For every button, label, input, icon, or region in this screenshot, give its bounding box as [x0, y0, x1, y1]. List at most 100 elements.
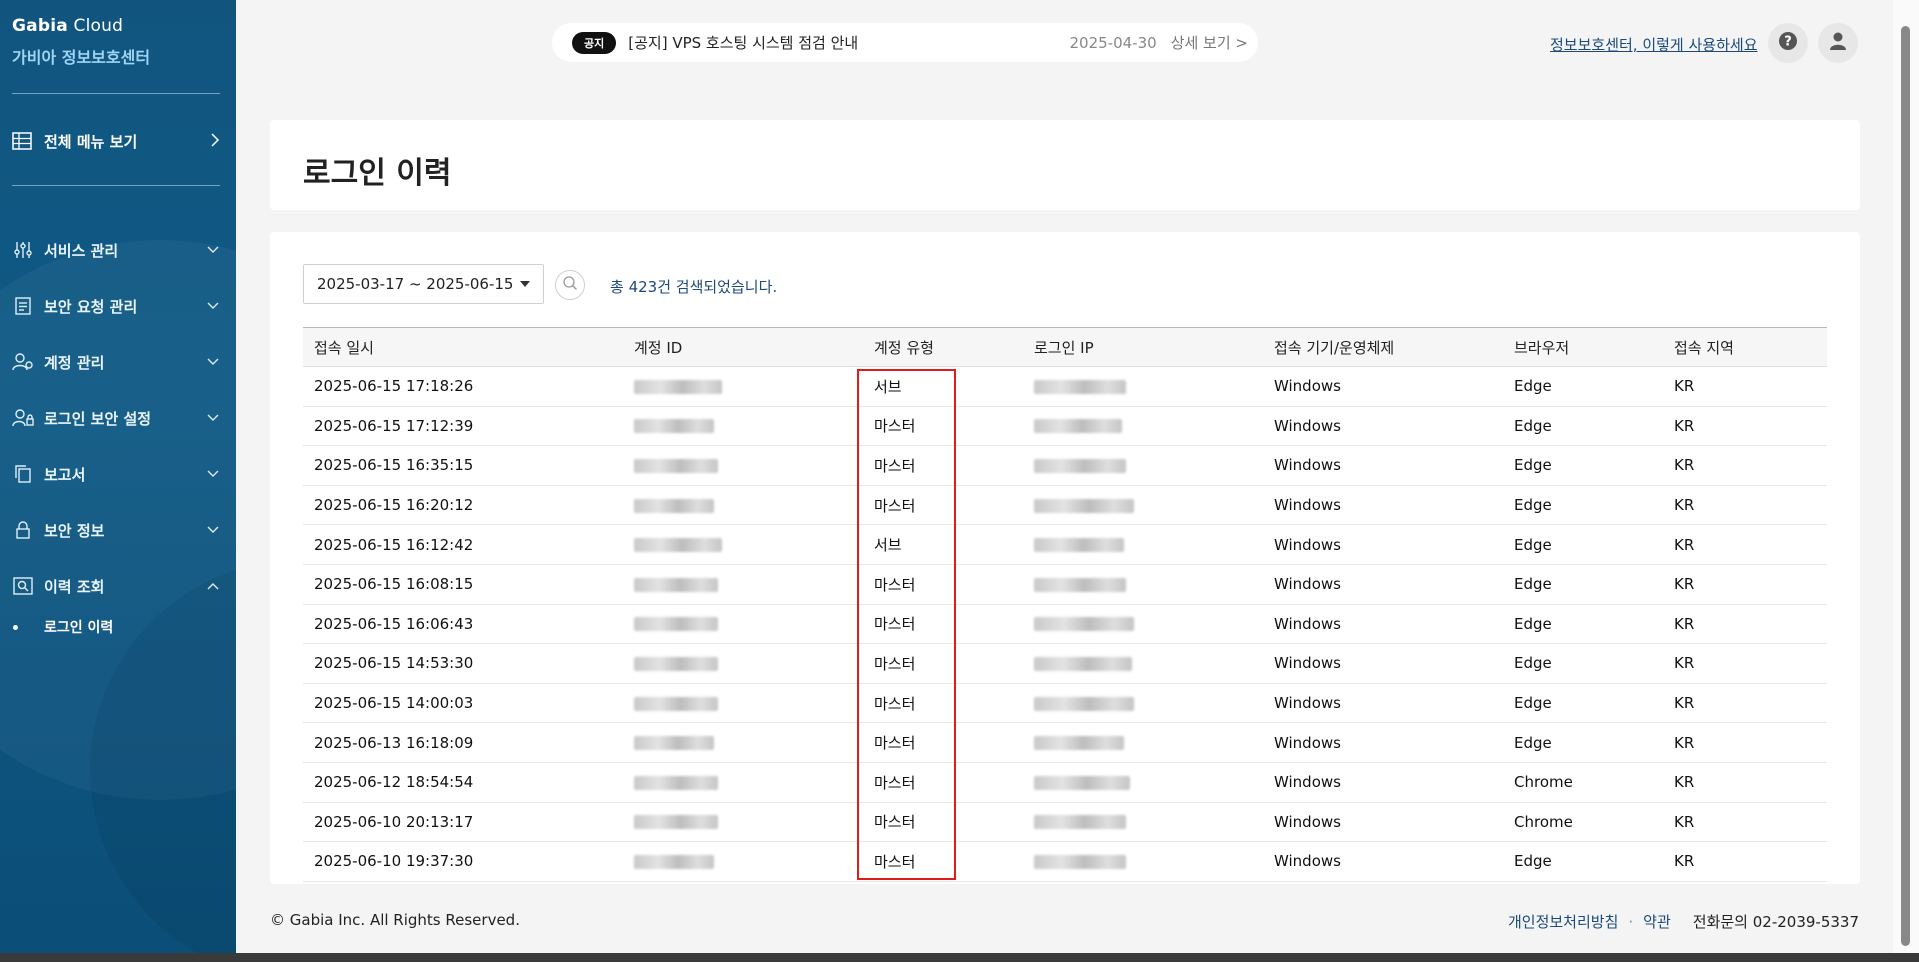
cell-account-id-redacted: [623, 762, 863, 803]
cell-account-id-redacted: [623, 604, 863, 645]
cell-login-ip-redacted: [1023, 604, 1263, 645]
redacted-value: [634, 379, 722, 394]
cell-browser: Edge: [1503, 366, 1663, 407]
redacted-value: [634, 736, 714, 751]
table-row: 2025-06-15 17:18:26 서브 Windows Edge KR: [303, 366, 1827, 407]
sidebar-item-security-info[interactable]: 보안 정보: [12, 502, 220, 558]
cell-login-ip-redacted: [1023, 366, 1263, 407]
sidebar-item-label: 서비스 관리: [44, 241, 119, 260]
cell-login-ip-redacted: [1023, 722, 1263, 763]
cell-device-os: Windows: [1263, 841, 1503, 882]
sidebar-item-account[interactable]: 계정 관리: [12, 334, 220, 390]
sidebar-item-label: 계정 관리: [44, 353, 105, 372]
sidebar-item-login-security[interactable]: 로그인 보안 설정: [12, 390, 220, 446]
redacted-value: [634, 854, 714, 869]
sidebar-item-history[interactable]: 이력 조회: [12, 558, 220, 614]
cell-login-ip-redacted: [1023, 564, 1263, 605]
notice-more-link[interactable]: 상세 보기 >: [1171, 32, 1248, 53]
divider: [12, 93, 220, 94]
cell-region: KR: [1663, 762, 1827, 803]
sidebar-item-service[interactable]: 서비스 관리: [12, 222, 220, 278]
brand-name: Gabia: [12, 16, 68, 36]
cell-account-type: 마스터: [863, 445, 1023, 486]
result-count: 총 423건 검색되었습니다.: [610, 278, 778, 296]
notice-title[interactable]: [공지] VPS 호스팅 시스템 점검 안내: [628, 32, 858, 53]
cell-access-time: 2025-06-15 17:18:26: [303, 366, 623, 407]
cell-account-id-redacted: [623, 683, 863, 724]
redacted-value: [1034, 458, 1126, 473]
table-row: 2025-06-15 16:08:15 마스터 Windows Edge KR: [303, 564, 1827, 605]
cell-device-os: Windows: [1263, 643, 1503, 684]
cell-browser: Edge: [1503, 841, 1663, 882]
page-title: 로그인 이력: [303, 156, 452, 191]
cell-browser: Edge: [1503, 406, 1663, 447]
cell-browser: Chrome: [1503, 802, 1663, 843]
notice-date: 2025-04-30: [1069, 33, 1157, 52]
privacy-link[interactable]: 개인정보처리방침: [1508, 911, 1618, 932]
sliders-icon: [12, 240, 34, 260]
column-header: 접속 지역: [1674, 338, 1734, 357]
sidebar-nav: 서비스 관리 보안 요청 관리 계정 관리 로그인 보안 설정 보고서 보안 정…: [12, 222, 220, 638]
cell-login-ip-redacted: [1023, 524, 1263, 565]
help-button[interactable]: ?: [1768, 23, 1808, 63]
cell-account-id-redacted: [623, 722, 863, 763]
sidebar-subitem-login-history[interactable]: 로그인 이력: [12, 616, 220, 638]
help-link[interactable]: 정보보호센터, 이렇게 사용하세요: [1550, 34, 1758, 55]
table-row: 2025-06-15 16:06:43 마스터 Windows Edge KR: [303, 604, 1827, 645]
sidebar-item-security-request[interactable]: 보안 요청 관리: [12, 278, 220, 334]
cell-device-os: Windows: [1263, 524, 1503, 565]
redacted-value: [634, 696, 718, 711]
cell-device-os: Windows: [1263, 366, 1503, 407]
user-icon: [1828, 31, 1848, 55]
cell-browser: Edge: [1503, 485, 1663, 526]
scrollbar-thumb[interactable]: [1901, 26, 1910, 946]
cell-device-os: Windows: [1263, 683, 1503, 724]
cell-browser: Edge: [1503, 643, 1663, 684]
copy-icon: [12, 464, 34, 484]
search-icon: [562, 275, 578, 295]
cell-access-time: 2025-06-15 16:35:15: [303, 445, 623, 486]
sidebar-item-report[interactable]: 보고서: [12, 446, 220, 502]
profile-button[interactable]: [1818, 23, 1858, 63]
cell-account-id-redacted: [623, 485, 863, 526]
cell-access-time: 2025-06-12 18:54:54: [303, 762, 623, 803]
sidebar-item-label: 보고서: [44, 465, 86, 484]
cell-browser: Edge: [1503, 564, 1663, 605]
page-scrollbar[interactable]: [1893, 0, 1919, 962]
chevron-down-icon: [206, 299, 220, 313]
column-header: 브라우저: [1514, 338, 1570, 357]
sidebar-item-label: 보안 정보: [44, 521, 105, 540]
brand-logo[interactable]: Gabia Cloud 가비아 정보보호센터: [12, 16, 150, 68]
search-button[interactable]: [555, 270, 585, 300]
cell-login-ip-redacted: [1023, 841, 1263, 882]
table-row: 2025-06-15 16:20:12 마스터 Windows Edge KR: [303, 485, 1827, 526]
redacted-value: [1034, 815, 1126, 830]
table-row: 2025-06-15 14:53:30 마스터 Windows Edge KR: [303, 643, 1827, 684]
column-header: 접속 일시: [314, 338, 374, 357]
chevron-down-icon: [206, 411, 220, 425]
redacted-value: [634, 815, 718, 830]
cell-browser: Chrome: [1503, 762, 1663, 803]
question-icon: ?: [1778, 31, 1798, 55]
sidebar-subitem-label: 로그인 이력: [44, 620, 114, 636]
footer-links: 개인정보처리방침 · 약관 전화문의 02-2039-5337: [1508, 911, 1859, 932]
terms-link[interactable]: 약관: [1643, 911, 1671, 932]
cell-login-ip-redacted: [1023, 762, 1263, 803]
all-menu-button[interactable]: 전체 메뉴 보기: [12, 128, 220, 154]
chevron-down-icon: [206, 355, 220, 369]
table-row: 2025-06-10 20:13:17 마스터 Windows Chrome KR: [303, 802, 1827, 843]
cell-access-time: 2025-06-15 14:00:03: [303, 683, 623, 724]
notice-banner[interactable]: 공지 [공지] VPS 호스팅 시스템 점검 안내 2025-04-30 상세 …: [552, 23, 1258, 62]
cell-device-os: Windows: [1263, 762, 1503, 803]
cell-region: KR: [1663, 406, 1827, 447]
cell-region: KR: [1663, 722, 1827, 763]
date-range-select[interactable]: 2025-03-17 ~ 2025-06-15: [303, 264, 544, 304]
redacted-value: [1034, 498, 1134, 513]
cell-account-type: 서브: [863, 366, 1023, 407]
table-row: 2025-06-15 17:12:39 마스터 Windows Edge KR: [303, 406, 1827, 447]
cell-access-time: 2025-06-15 17:12:39: [303, 406, 623, 447]
table-row: 2025-06-13 16:18:09 마스터 Windows Edge KR: [303, 722, 1827, 763]
cell-login-ip-redacted: [1023, 802, 1263, 843]
cell-device-os: Windows: [1263, 802, 1503, 843]
table-row: 2025-06-12 18:54:54 마스터 Windows Chrome KR: [303, 762, 1827, 803]
